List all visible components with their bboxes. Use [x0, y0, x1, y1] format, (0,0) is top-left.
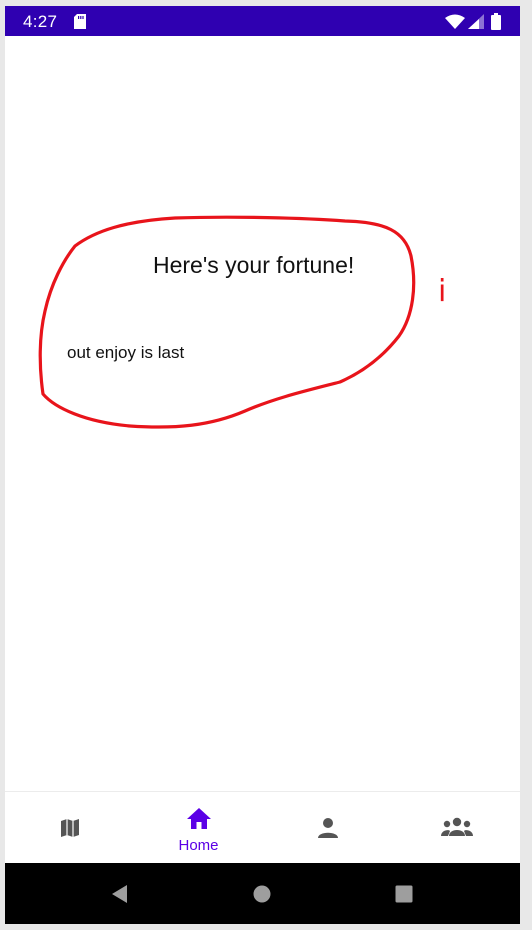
- home-circle-icon[interactable]: [253, 885, 271, 903]
- system-navigation-bar: [5, 863, 520, 924]
- nav-item-map[interactable]: [5, 792, 134, 864]
- nav-item-home[interactable]: Home: [134, 792, 263, 864]
- fortune-text: out enjoy is last: [67, 343, 185, 362]
- back-icon[interactable]: [110, 884, 128, 904]
- info-mark: i: [438, 274, 447, 309]
- status-bar: 4:27: [5, 6, 520, 36]
- sd-card-icon: [74, 14, 86, 34]
- home-icon: [186, 808, 211, 829]
- status-time: 4:27: [23, 12, 58, 31]
- phone-screen: 4:27 Here's your fortune! out enjoy is l…: [5, 6, 520, 924]
- map-icon: [60, 819, 79, 837]
- recents-icon[interactable]: [395, 885, 413, 903]
- nav-item-profile[interactable]: [263, 792, 392, 864]
- nav-item-group[interactable]: [392, 792, 520, 864]
- fortune-content: Here's your fortune! out enjoy is last i: [5, 36, 520, 791]
- red-circle-annotation: [38, 215, 416, 429]
- battery-icon: [491, 13, 501, 35]
- person-icon: [317, 818, 338, 838]
- fortune-title: Here's your fortune!: [153, 252, 355, 278]
- nav-label-home: Home: [178, 837, 219, 854]
- wifi-icon: [445, 14, 465, 34]
- group-icon: [440, 817, 473, 836]
- bottom-navigation: Home: [5, 791, 520, 864]
- signal-icon: [468, 14, 484, 34]
